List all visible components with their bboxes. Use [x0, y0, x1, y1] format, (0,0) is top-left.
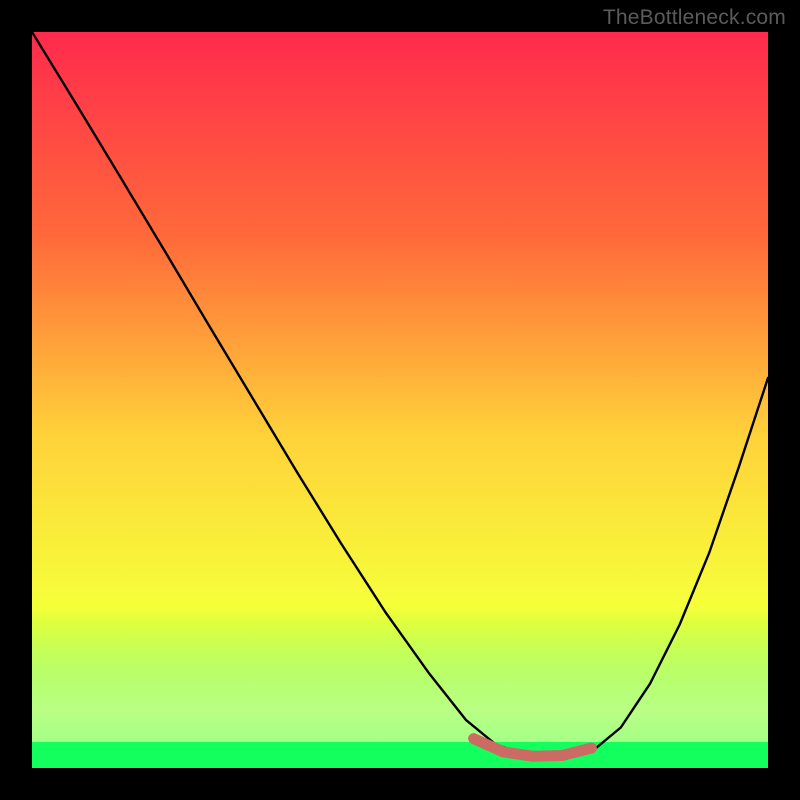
- bottleneck-curve: [32, 32, 768, 768]
- attribution-label: TheBottleneck.com: [603, 6, 786, 30]
- chart-frame: TheBottleneck.com: [0, 0, 800, 800]
- plot-area: [32, 32, 768, 768]
